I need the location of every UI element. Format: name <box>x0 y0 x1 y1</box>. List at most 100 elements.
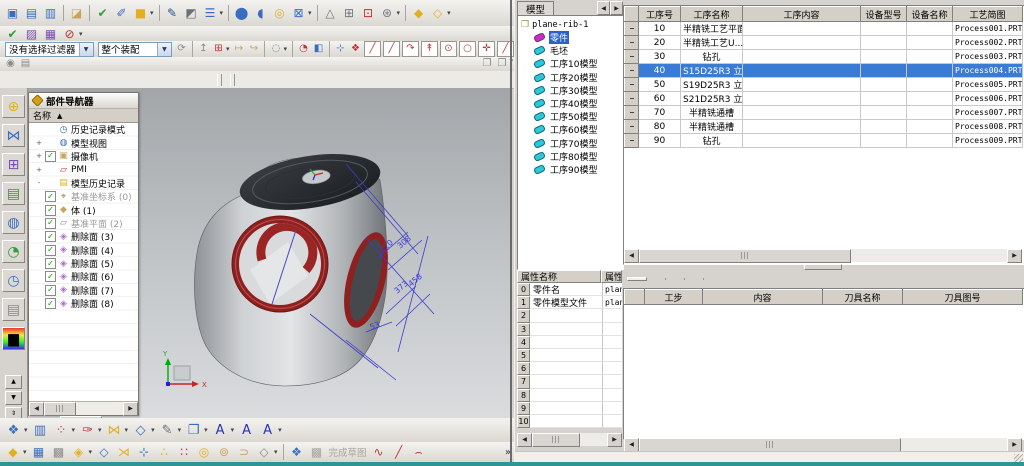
col-operation-name[interactable]: 工序名称 <box>681 7 743 22</box>
pin-tool-icon[interactable]: ⊃ <box>234 444 254 461</box>
property-row[interactable]: 10 <box>517 415 622 428</box>
studio-spray-icon[interactable]: ✐ <box>112 4 131 22</box>
profile-dropdown-arrow[interactable]: ▾ <box>24 426 28 434</box>
property-name-cell[interactable]: 零件模型文件 <box>530 296 603 309</box>
process-row[interactable]: 70 半精铣通槽 Process007.PRT <box>625 106 1023 120</box>
operation-no-cell[interactable]: 40 <box>639 64 681 78</box>
snapshot-icon[interactable]: ▩ <box>307 444 327 461</box>
operation-name-cell[interactable]: S19D25R3 立... <box>681 78 743 92</box>
replay-icon[interactable]: ◉ <box>3 57 18 71</box>
property-row[interactable]: 3 <box>517 323 622 336</box>
operation-content-cell[interactable] <box>743 92 861 106</box>
scroll-thumb[interactable] <box>639 249 851 263</box>
list-icon[interactable]: ☰ <box>201 4 220 22</box>
property-name-cell[interactable] <box>530 415 603 428</box>
property-name-cell[interactable] <box>530 389 603 402</box>
snap-endpoint-icon[interactable]: ╱ <box>364 41 381 57</box>
snap-midpoint-icon[interactable]: ╱ <box>383 41 400 57</box>
font-icon[interactable]: A <box>257 420 278 440</box>
row-selector[interactable] <box>625 120 639 134</box>
tree-item[interactable]: + ✓ ▣ 摄像机 <box>29 150 138 163</box>
property-row[interactable]: 8 <box>517 389 622 402</box>
finish-sketch-button[interactable]: 完成草图 <box>327 445 369 459</box>
operation-no-cell[interactable]: 10 <box>639 22 681 36</box>
clip-icon[interactable]: ❐ <box>183 420 204 440</box>
equipment-name-cell[interactable] <box>907 120 953 134</box>
name-column-header[interactable]: 名称 ▲ <box>29 109 138 123</box>
splitter-handle[interactable] <box>804 264 842 270</box>
operation-content-cell[interactable] <box>743 106 861 120</box>
equipment-name-cell[interactable] <box>907 50 953 64</box>
subtract-icon[interactable]: ◇ <box>428 4 447 22</box>
toolbar-handle[interactable] <box>230 74 235 86</box>
tab-scroll-right-button[interactable]: ▶ <box>610 1 623 15</box>
property-name-cell[interactable] <box>530 323 603 336</box>
property-row[interactable]: 4 <box>517 336 622 349</box>
operation-name-cell[interactable]: S21D25R3 立... <box>681 92 743 106</box>
property-value-cell[interactable] <box>603 389 622 402</box>
row-number[interactable]: 4 <box>517 336 530 349</box>
property-value-cell[interactable] <box>603 415 622 428</box>
new-sketch-icon[interactable]: ❖ <box>287 444 307 461</box>
step-tab[interactable] <box>647 278 666 280</box>
datum-plane-icon[interactable]: △ <box>321 4 340 22</box>
refresh-icon[interactable]: ⟳ <box>174 42 189 56</box>
visibility-checkbox[interactable]: ✓ <box>45 298 56 309</box>
model-tree-item[interactable]: 工序40模型 <box>518 97 623 110</box>
equipment-model-cell[interactable] <box>861 92 907 106</box>
row-number[interactable]: 3 <box>517 323 530 336</box>
arc-icon[interactable]: ⌢ <box>409 444 429 461</box>
text-icon[interactable]: A <box>210 420 231 440</box>
process-sketch-cell[interactable]: Process005.PRT <box>953 78 1023 92</box>
check-mate-icon[interactable]: ✔ <box>93 4 112 22</box>
assembly-navigator-icon[interactable]: ⊕ <box>2 95 25 118</box>
equipment-name-cell[interactable] <box>907 22 953 36</box>
tree-item[interactable]: ✓ ◈ 删除面 (4) <box>29 244 138 257</box>
extrude-dropdown-arrow[interactable]: ▾ <box>150 9 154 17</box>
envelope-icon[interactable]: ◪ <box>67 4 86 22</box>
expand-toggle-icon[interactable]: + <box>35 139 43 147</box>
property-name-cell[interactable] <box>530 349 603 362</box>
selector-column-header[interactable] <box>625 7 639 22</box>
cylinder-icon[interactable]: ⬤ <box>232 4 251 22</box>
scroll-right-button[interactable]: ▶ <box>1007 438 1022 452</box>
equipment-model-cell[interactable] <box>861 120 907 134</box>
selection-filter-combo[interactable]: 没有选择过滤器 ▼ <box>5 42 94 57</box>
model-tree-item[interactable]: 工序50模型 <box>518 110 623 123</box>
reuse-library-icon[interactable]: ▤ <box>2 182 25 205</box>
property-name-cell[interactable] <box>530 362 603 375</box>
operation-content-cell[interactable] <box>743 78 861 92</box>
sort-ascending-icon[interactable]: ▲ <box>57 112 62 120</box>
process-sketch-cell[interactable]: Process004.PRT <box>953 64 1023 78</box>
gear-pair-icon[interactable]: ⊛ <box>378 4 397 22</box>
row-number[interactable]: 9 <box>517 402 530 415</box>
col-equipment-name[interactable]: 设备名称 <box>907 7 953 22</box>
work-cube-icon[interactable]: ◧ <box>311 42 326 56</box>
visibility-checkbox[interactable]: ✓ <box>45 271 56 282</box>
visibility-checkbox[interactable]: ✓ <box>45 245 56 256</box>
constraints-icon[interactable]: ▨ <box>22 25 41 43</box>
process-sketch-cell[interactable]: Process008.PRT <box>953 120 1023 134</box>
scroll-left-button[interactable]: ◀ <box>624 249 639 263</box>
operation-content-cell[interactable] <box>743 50 861 64</box>
process-sketch-cell[interactable]: Process001.PRT <box>953 22 1023 36</box>
point-dropdown-arrow[interactable]: ▾ <box>72 426 76 434</box>
clip-dropdown-arrow[interactable]: ▾ <box>204 426 208 434</box>
operation-no-cell[interactable]: 60 <box>639 92 681 106</box>
operation-no-cell[interactable]: 50 <box>639 78 681 92</box>
operation-content-cell[interactable] <box>743 36 861 50</box>
spline-icon[interactable]: ∿ <box>369 444 389 461</box>
unite-small-icon[interactable]: ◆ <box>3 444 23 461</box>
sketch-icon[interactable]: ✎ <box>163 4 182 22</box>
snap-tangent-icon[interactable]: ↷ <box>402 41 419 57</box>
process-row[interactable]: 90 钻孔 Process009.PRT <box>625 134 1023 148</box>
col-process-sketch[interactable]: 工艺简图 <box>953 7 1023 22</box>
process-row[interactable]: 50 S19D25R3 立... Process005.PRT <box>625 78 1023 92</box>
row-number[interactable]: 5 <box>517 349 530 362</box>
property-name-header[interactable]: 属性名称 <box>517 270 601 283</box>
model-3d-view[interactable]: 220 308 373 458 53 Y X <box>150 118 450 408</box>
model-tree-item[interactable]: 工序70模型 <box>518 137 623 150</box>
operation-no-cell[interactable]: 80 <box>639 120 681 134</box>
equipment-model-cell[interactable] <box>861 106 907 120</box>
visibility-checkbox[interactable]: ✓ <box>45 191 56 202</box>
